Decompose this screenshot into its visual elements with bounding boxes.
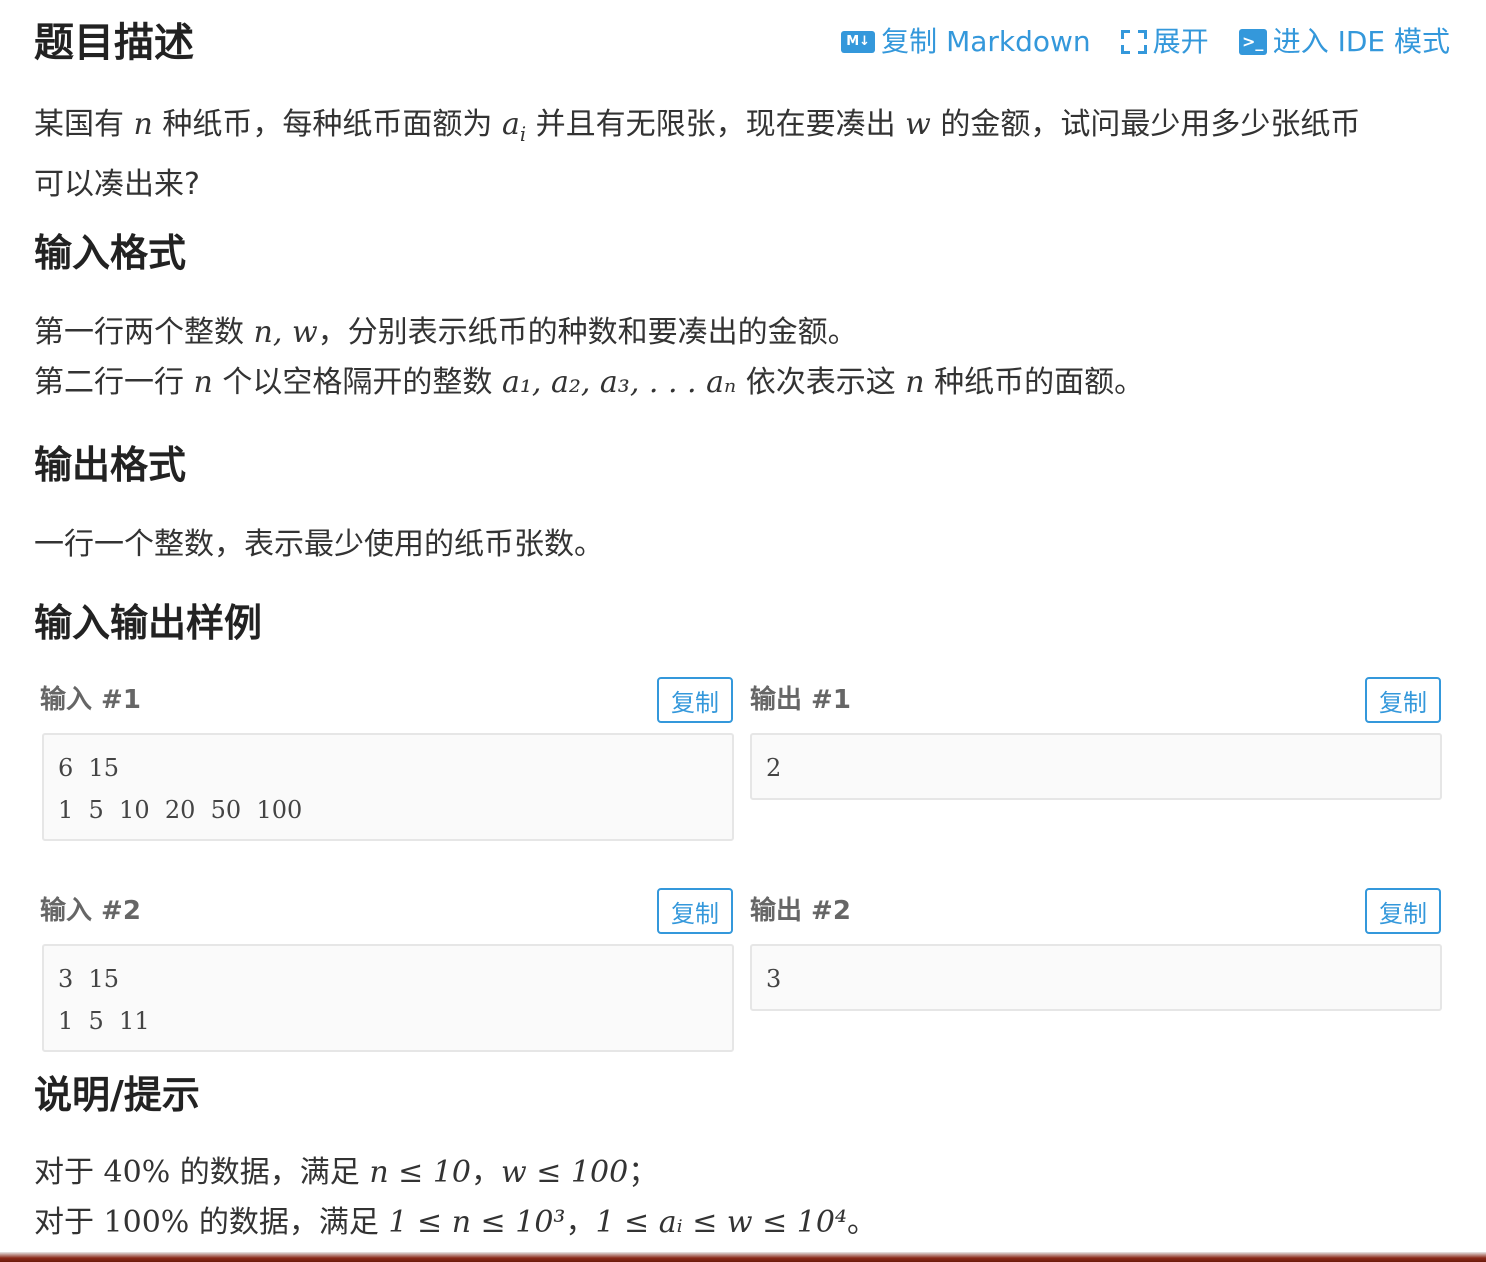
page-title: 题目描述: [34, 20, 194, 66]
hint-text: 对于 40% 的数据，满足 n ≤ 10，w ≤ 100； 对于 100% 的数…: [34, 1155, 877, 1240]
enter-ide-label: 进入 IDE 模式: [1272, 25, 1450, 58]
sample-input-1[interactable]: 6 15 1 5 10 20 50 100: [42, 733, 734, 841]
output-format-text: 一行一个整数，表示最少使用的纸币张数。: [34, 527, 604, 562]
description-text: 某国有 n 种纸币，每种纸币面额为 ai 并且有无限张，现在要凑出 w 的金额，…: [34, 107, 1361, 202]
hint-heading: 说明/提示: [34, 1073, 200, 1117]
samples-heading: 输入输出样例: [34, 601, 263, 645]
sample-input-2[interactable]: 3 15 1 5 11: [42, 944, 734, 1052]
sample-output-1[interactable]: 2: [750, 733, 1442, 800]
input-format-heading: 输入格式: [34, 231, 187, 275]
copy-output-1-button[interactable]: 复制: [1365, 677, 1441, 723]
sample-input-1-label: 输入 #1: [40, 685, 141, 715]
window-bottom-edge: [0, 1252, 1486, 1262]
copy-markdown-label: 复制 Markdown: [881, 25, 1091, 58]
sample-output-1-label: 输出 #1: [750, 685, 851, 715]
expand-icon: [1120, 30, 1147, 54]
input-format-text: 第一行两个整数 n, w，分别表示纸币的种数和要凑出的金额。 第二行一行 n 个…: [34, 315, 1145, 400]
header-actions: M↓ 复制 Markdown 展开 >_ 进入 IDE 模式: [841, 22, 1450, 62]
expand-label: 展开: [1152, 25, 1209, 58]
enter-ide-button[interactable]: >_ 进入 IDE 模式: [1238, 22, 1450, 62]
sample-output-2[interactable]: 3: [750, 944, 1442, 1011]
copy-input-1-button[interactable]: 复制: [657, 677, 733, 723]
markdown-icon: M↓: [841, 31, 876, 53]
sample-output-2-label: 输出 #2: [750, 896, 851, 926]
output-format-heading: 输出格式: [34, 443, 187, 487]
terminal-icon: >_: [1238, 29, 1267, 55]
copy-output-2-button[interactable]: 复制: [1365, 888, 1441, 934]
copy-markdown-button[interactable]: M↓ 复制 Markdown: [841, 22, 1091, 62]
sample-input-2-label: 输入 #2: [40, 896, 141, 926]
expand-button[interactable]: 展开: [1120, 22, 1209, 62]
header-bar: 题目描述 M↓ 复制 Markdown 展开 >_ 进入 IDE 模式: [34, 18, 1454, 68]
copy-input-2-button[interactable]: 复制: [657, 888, 733, 934]
